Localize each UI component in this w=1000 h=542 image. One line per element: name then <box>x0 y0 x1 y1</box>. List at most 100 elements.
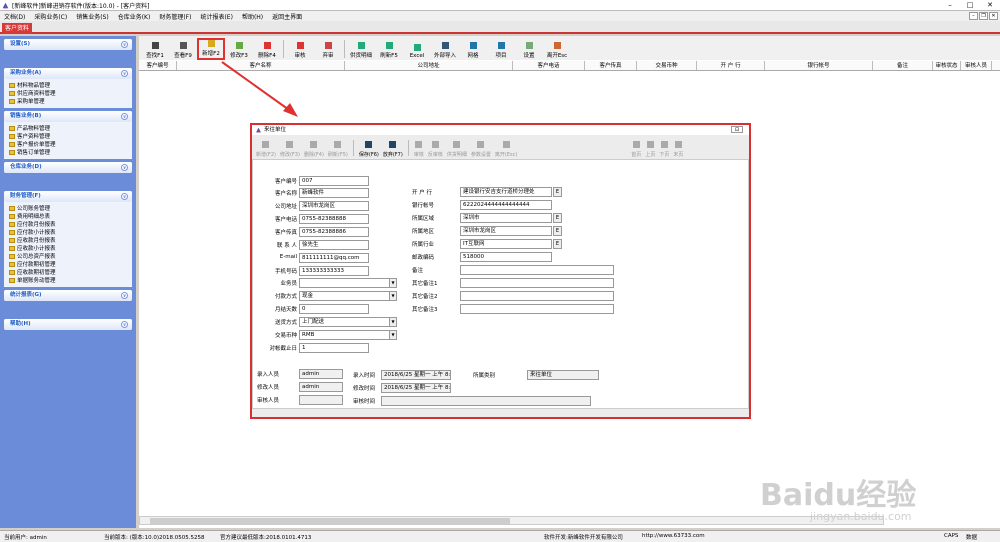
lookup-button[interactable]: E <box>553 226 562 236</box>
sidebar-item[interactable]: 采购单管理 <box>9 97 132 105</box>
column-header[interactable]: 客户传真 <box>585 61 637 70</box>
form-field[interactable]: 0755-82388886 <box>299 227 369 237</box>
dialog-close-button[interactable]: ⊡ <box>731 126 743 133</box>
menu-item-7[interactable]: 返回主界面 <box>272 12 302 21</box>
sidebar-item[interactable]: 公司账务管理 <box>9 204 132 212</box>
dialog-button-0[interactable]: 新增(F2) <box>254 138 278 158</box>
form-field[interactable] <box>460 304 614 314</box>
dialog-button-8[interactable]: 供货明细 <box>445 138 469 158</box>
dialog-button-7[interactable]: 反审核 <box>426 138 445 158</box>
menu-item-4[interactable]: 财务管理(F) <box>159 12 191 21</box>
mdi-close-button[interactable]: ✕ <box>989 12 998 20</box>
chevron-toggle-icon[interactable]: » <box>121 70 128 77</box>
chevron-toggle-icon[interactable]: » <box>121 41 128 48</box>
form-field[interactable]: 811111111@qq.com <box>299 253 369 263</box>
form-field[interactable]: ▼ <box>299 278 397 288</box>
lookup-button[interactable]: E <box>553 187 562 197</box>
dropdown-arrow-icon[interactable]: ▼ <box>389 292 396 300</box>
dialog-button-6[interactable]: 审核 <box>412 138 426 158</box>
sidebar-section-header[interactable]: 帮助(H) » <box>4 319 132 330</box>
form-field[interactable]: 6222024444444444444 <box>460 200 552 210</box>
chevron-toggle-icon[interactable]: » <box>121 292 128 299</box>
form-field[interactable]: 徐先生 <box>299 240 369 250</box>
form-field[interactable]: 深圳市龙岗区 <box>460 226 552 236</box>
menu-item-1[interactable]: 采购业务(C) <box>34 12 67 21</box>
sidebar-item[interactable]: 单据账务动管理 <box>9 276 132 284</box>
sidebar-item[interactable]: 费用明细总表 <box>9 212 132 220</box>
sidebar-section-header[interactable]: 财务管理(F) » <box>4 191 132 202</box>
status-website[interactable]: http://www.63733.com <box>642 533 705 539</box>
dialog-button-4[interactable]: 保存(F6) <box>357 138 381 158</box>
menu-item-3[interactable]: 仓库业务(K) <box>118 12 151 21</box>
toolbar-button-0[interactable]: 查找F1 <box>141 38 169 60</box>
menu-item-5[interactable]: 统计报表(E) <box>200 12 232 21</box>
toolbar-button-3[interactable]: 修改F3 <box>225 38 253 60</box>
sidebar-item[interactable]: 供应商资料管理 <box>9 89 132 97</box>
column-header[interactable]: 开 户 行 <box>697 61 765 70</box>
menu-item-2[interactable]: 销售业务(S) <box>76 12 109 21</box>
form-field[interactable]: 新峰软件 <box>299 188 369 198</box>
chevron-toggle-icon[interactable]: » <box>121 164 128 171</box>
toolbar-button-11[interactable]: 网格 <box>459 38 487 60</box>
column-header[interactable]: 备注 <box>873 61 933 70</box>
close-button[interactable]: ✕ <box>980 0 1000 10</box>
form-field[interactable] <box>460 278 614 288</box>
dialog-button-12[interactable]: 上页 <box>643 138 657 158</box>
form-field[interactable]: IT互联网 <box>460 239 552 249</box>
toolbar-button-1[interactable]: 查看F9 <box>169 38 197 60</box>
toolbar-button-6[interactable]: 弃审 <box>314 38 342 60</box>
sidebar-item[interactable]: 公司总资产报表 <box>9 252 132 260</box>
sidebar-item[interactable]: 销售订单管理 <box>9 148 132 156</box>
form-field[interactable]: 现金 ▼ <box>299 291 397 301</box>
toolbar-button-2[interactable]: 新增F2 <box>197 38 225 60</box>
dialog-button-2[interactable]: 删除(F4) <box>302 138 326 158</box>
sidebar-item[interactable]: 应付款小计报表 <box>9 228 132 236</box>
scrollbar-thumb[interactable] <box>150 518 510 524</box>
form-field[interactable]: 深圳市 <box>460 213 552 223</box>
toolbar-button-8[interactable]: 刷新F5 <box>375 38 403 60</box>
tab-customer-data[interactable]: 客户资料 <box>2 23 32 34</box>
chevron-toggle-icon[interactable]: » <box>121 321 128 328</box>
column-header[interactable]: 客户电话 <box>513 61 585 70</box>
mdi-restore-button[interactable]: ❐ <box>979 12 988 20</box>
sidebar-item[interactable]: 应收款期初管理 <box>9 268 132 276</box>
toolbar-button-4[interactable]: 删除F4 <box>253 38 281 60</box>
form-field[interactable] <box>460 291 614 301</box>
dialog-button-14[interactable]: 末页 <box>671 138 685 158</box>
dropdown-arrow-icon[interactable]: ▼ <box>389 279 396 287</box>
column-header[interactable]: 审核人员 <box>961 61 992 70</box>
sidebar-item[interactable]: 应付款期初管理 <box>9 260 132 268</box>
form-field[interactable]: 建设银行安吉支行道桥分理处 <box>460 187 552 197</box>
mdi-minimize-button[interactable]: – <box>969 12 978 20</box>
sidebar-section-header[interactable]: 仓库业务(D) » <box>4 162 132 173</box>
sidebar-item[interactable]: 客户资料管理 <box>9 132 132 140</box>
sidebar-section-header[interactable]: 销售业务(B) » <box>4 111 132 122</box>
dialog-button-9[interactable]: 参数设置 <box>469 138 493 158</box>
toolbar-button-7[interactable]: 供货明细 <box>347 38 375 60</box>
dialog-button-10[interactable]: 离开(Esc) <box>493 138 519 158</box>
toolbar-button-10[interactable]: 外部导入 <box>431 38 459 60</box>
toolbar-button-9[interactable]: Excel <box>403 38 431 60</box>
toolbar-button-14[interactable]: 离开Esc <box>543 38 571 60</box>
form-field[interactable]: 133333333333 <box>299 266 369 276</box>
form-field[interactable]: 0755-82388888 <box>299 214 369 224</box>
form-field[interactable]: 上门配送 ▼ <box>299 317 397 327</box>
toolbar-button-12[interactable]: 项目 <box>487 38 515 60</box>
dialog-button-3[interactable]: 刷新(F5) <box>326 138 350 158</box>
form-field[interactable]: RMB ▼ <box>299 330 397 340</box>
chevron-toggle-icon[interactable]: » <box>121 193 128 200</box>
form-field[interactable] <box>460 265 614 275</box>
lookup-button[interactable]: E <box>553 239 562 249</box>
sidebar-item[interactable]: 应付款月份报表 <box>9 220 132 228</box>
toolbar-button-5[interactable]: 审核 <box>286 38 314 60</box>
maximize-button[interactable]: □ <box>960 0 980 10</box>
sidebar-section-header[interactable]: 统计报表(G) » <box>4 290 132 301</box>
sidebar-item[interactable]: 客户报价单管理 <box>9 140 132 148</box>
dropdown-arrow-icon[interactable]: ▼ <box>389 318 396 326</box>
menu-item-0[interactable]: 文档(D) <box>4 12 25 21</box>
chevron-toggle-icon[interactable]: » <box>121 113 128 120</box>
column-header[interactable]: 客户名称 <box>177 61 345 70</box>
column-header[interactable]: 公司地址 <box>345 61 513 70</box>
sidebar-item[interactable]: 材料物品管理 <box>9 81 132 89</box>
form-field[interactable]: 518000 <box>460 252 552 262</box>
